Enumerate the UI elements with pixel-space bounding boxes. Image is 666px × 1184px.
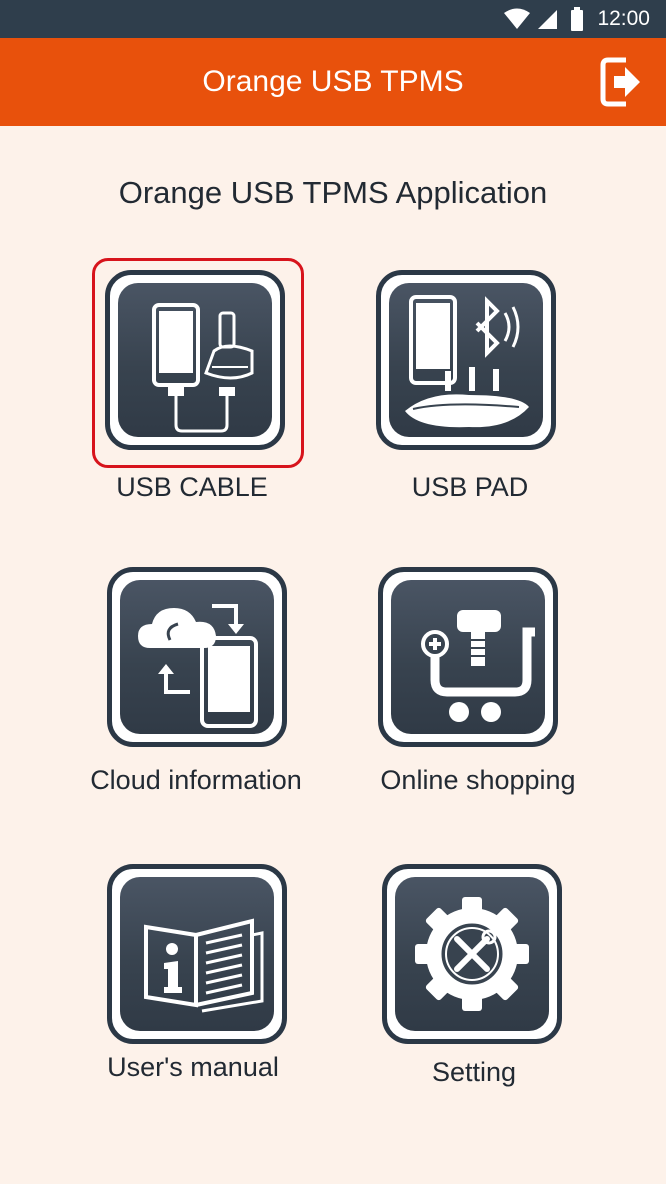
- cloud-information-label: Cloud information: [90, 765, 302, 795]
- tile-frame: [107, 864, 287, 1044]
- cell-signal-icon: [538, 10, 557, 29]
- settings-gear-icon: [415, 897, 529, 1011]
- manual-book-icon: [144, 918, 264, 1013]
- exit-icon: [600, 57, 640, 107]
- cloud-sync-icon: [138, 604, 258, 728]
- status-time: 12:00: [597, 7, 650, 30]
- setting-label: Setting: [431, 1057, 517, 1087]
- users-manual-button[interactable]: [107, 864, 287, 1044]
- app-bar: Orange USB TPMS: [0, 38, 666, 126]
- tile-frame: [378, 567, 558, 747]
- usb-pad-button[interactable]: [376, 270, 556, 450]
- shopping-cart-icon: [421, 610, 535, 722]
- cloud-information-button[interactable]: [107, 567, 287, 747]
- tile-frame: [382, 864, 562, 1044]
- usb-cable-icon: [152, 303, 254, 433]
- tile-frame: [376, 270, 556, 450]
- usb-pad-icon: [405, 295, 529, 428]
- status-icons: [498, 7, 584, 31]
- online-shopping-button[interactable]: [378, 567, 558, 747]
- usb-pad-label: USB PAD: [411, 472, 529, 502]
- battery-icon: [571, 7, 583, 31]
- usb-cable-button[interactable]: [105, 270, 285, 450]
- exit-button[interactable]: [600, 56, 642, 108]
- status-bar: 12:00: [0, 0, 666, 38]
- tile-frame: [105, 270, 285, 450]
- usb-cable-label: USB CABLE: [116, 472, 268, 502]
- page-heading: Orange USB TPMS Application: [118, 175, 548, 210]
- setting-button[interactable]: [382, 864, 562, 1044]
- tile-frame: [107, 567, 287, 747]
- wifi-icon: [504, 8, 530, 29]
- online-shopping-label: Online shopping: [380, 765, 576, 795]
- app-title: Orange USB TPMS: [202, 65, 464, 98]
- users-manual-label: User's manual: [107, 1052, 279, 1082]
